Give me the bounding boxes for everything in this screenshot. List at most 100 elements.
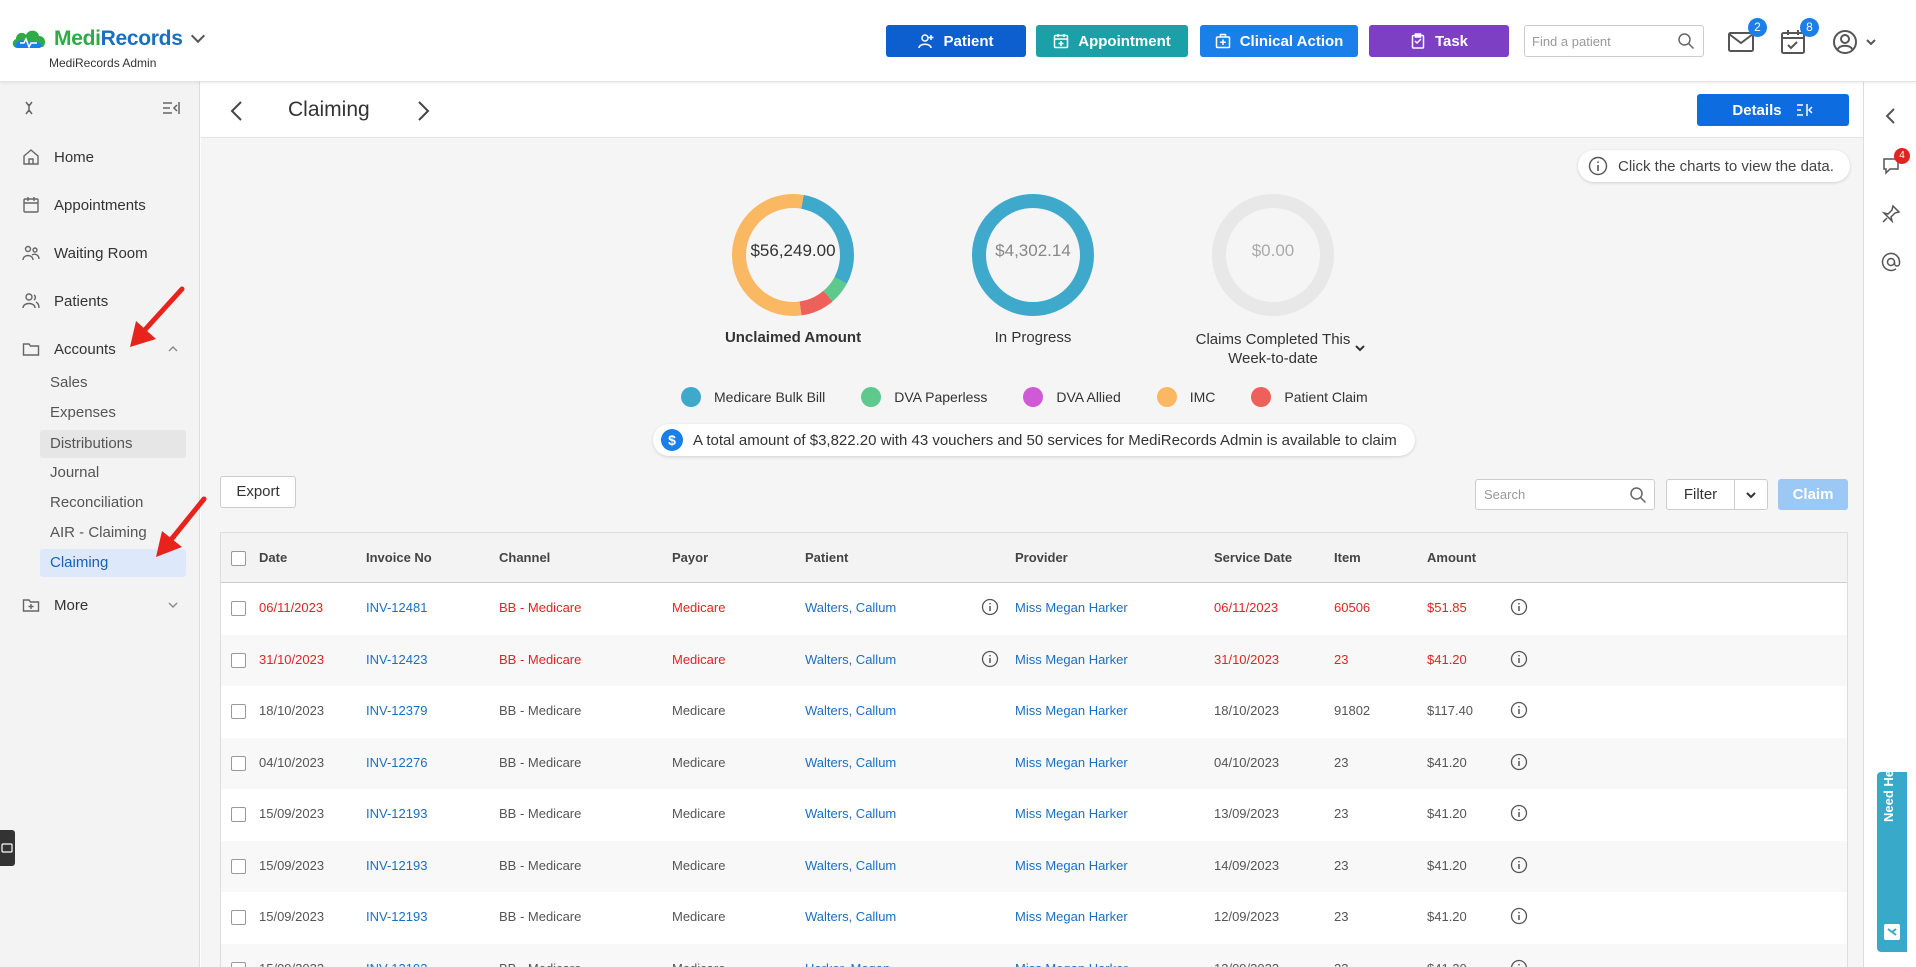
patient-info-icon[interactable]: [981, 598, 999, 616]
filter-button[interactable]: Filter: [1666, 479, 1768, 510]
search-icon[interactable]: [1629, 486, 1647, 504]
sidebar-sub-sales[interactable]: Sales: [40, 369, 186, 397]
row-invoice-link[interactable]: INV-12379: [366, 703, 427, 718]
row-info-icon[interactable]: [1510, 856, 1528, 874]
patient-info-icon[interactable]: [981, 650, 999, 668]
column-header-invoice[interactable]: Invoice No: [366, 550, 432, 565]
export-button[interactable]: Export: [220, 476, 296, 508]
row-checkbox[interactable]: [231, 961, 246, 967]
row-provider-link[interactable]: Miss Megan Harker: [1015, 961, 1128, 967]
messages-button[interactable]: 2: [1727, 18, 1767, 56]
row-provider-link[interactable]: Miss Megan Harker: [1015, 652, 1128, 667]
row-info-icon[interactable]: [1510, 907, 1528, 925]
chevron-right-icon[interactable]: [413, 100, 433, 122]
mention-icon[interactable]: [1881, 252, 1901, 272]
row-info-icon[interactable]: [1510, 753, 1528, 771]
row-checkbox[interactable]: [231, 858, 246, 874]
row-provider-link[interactable]: Miss Megan Harker: [1015, 703, 1128, 718]
row-checkbox[interactable]: [231, 704, 246, 719]
claims-completed-chart[interactable]: $0.00: [1208, 190, 1338, 325]
find-patient-field[interactable]: [1524, 25, 1704, 57]
brand-logo[interactable]: MediRecords: [10, 26, 205, 52]
new-task-button[interactable]: Task: [1369, 25, 1509, 57]
row-patient-link[interactable]: Harker, Megan: [805, 961, 890, 967]
row-info-icon[interactable]: [1510, 701, 1528, 719]
column-header-provider[interactable]: Provider: [1015, 550, 1068, 565]
row-patient-link[interactable]: Walters, Callum: [805, 806, 896, 821]
row-provider-link[interactable]: Miss Megan Harker: [1015, 600, 1128, 615]
row-invoice-link[interactable]: INV-12423: [366, 652, 427, 667]
claim-button[interactable]: Claim: [1778, 479, 1848, 510]
row-info-icon[interactable]: [1510, 650, 1528, 668]
sidebar-item-more[interactable]: More: [22, 596, 182, 614]
row-patient-link[interactable]: Walters, Callum: [805, 600, 896, 615]
column-header-date[interactable]: Date: [259, 550, 287, 565]
sidebar-item-appointments[interactable]: Appointments: [22, 196, 146, 214]
row-invoice-link[interactable]: INV-12193: [366, 858, 427, 873]
column-header-payor[interactable]: Payor: [672, 550, 708, 565]
chevron-left-icon[interactable]: [227, 100, 247, 122]
table-row[interactable]: 15/09/2023 INV-12193 BB - Medicare Medicare…: [221, 892, 1847, 943]
side-drawer-tab[interactable]: [0, 830, 15, 866]
table-row[interactable]: 06/11/2023 INV-12481 BB - Medicare Medicare…: [221, 583, 1847, 634]
new-appointment-button[interactable]: Appointment: [1036, 25, 1188, 57]
table-row[interactable]: 15/09/2023 INV-12193 BB - Medicare Medicare…: [221, 840, 1847, 892]
need-help-tab[interactable]: Need Help?: [1877, 750, 1907, 952]
table-row[interactable]: 31/10/2023 INV-12423 BB - Medicare Medicare…: [221, 634, 1847, 686]
clinical-action-button[interactable]: Clinical Action: [1200, 25, 1358, 57]
sidebar-item-waiting-room[interactable]: Waiting Room: [22, 244, 148, 262]
table-search-input[interactable]: [1476, 480, 1616, 509]
column-header-service-date[interactable]: Service Date: [1214, 550, 1292, 565]
select-all-checkbox[interactable]: [231, 551, 246, 566]
chevron-down-icon[interactable]: [1353, 342, 1367, 354]
row-invoice-link[interactable]: INV-12276: [366, 755, 427, 770]
column-header-amount[interactable]: Amount: [1427, 550, 1476, 565]
row-provider-link[interactable]: Miss Megan Harker: [1015, 909, 1128, 924]
find-patient-input[interactable]: [1525, 26, 1665, 56]
sidebar-sub-distributions[interactable]: Distributions: [40, 430, 186, 458]
chevron-left-icon[interactable]: [1881, 106, 1901, 126]
table-search-field[interactable]: [1475, 479, 1655, 510]
search-icon[interactable]: [1677, 32, 1695, 50]
row-patient-link[interactable]: Walters, Callum: [805, 858, 896, 873]
column-header-channel[interactable]: Channel: [499, 550, 550, 565]
sidebar-sub-expenses[interactable]: Expenses: [40, 399, 186, 427]
row-invoice-link[interactable]: INV-12192: [366, 961, 427, 967]
row-checkbox[interactable]: [231, 910, 246, 925]
row-info-icon[interactable]: [1510, 804, 1528, 822]
column-header-item[interactable]: Item: [1334, 550, 1361, 565]
sidebar-sub-reconciliation[interactable]: Reconciliation: [40, 489, 186, 517]
sidebar-item-patients[interactable]: Patients: [22, 292, 108, 310]
details-button[interactable]: Details: [1697, 94, 1849, 126]
sidebar-item-accounts[interactable]: Accounts: [22, 340, 182, 358]
sidebar-sub-claiming[interactable]: Claiming: [40, 549, 186, 577]
row-invoice-link[interactable]: INV-12481: [366, 600, 427, 615]
pin-icon[interactable]: [22, 100, 36, 116]
row-checkbox[interactable]: [231, 807, 246, 822]
pin-icon[interactable]: [1881, 204, 1901, 224]
row-provider-link[interactable]: Miss Megan Harker: [1015, 755, 1128, 770]
user-menu-button[interactable]: [1831, 28, 1881, 56]
sidebar-item-home[interactable]: Home: [22, 148, 94, 166]
row-patient-link[interactable]: Walters, Callum: [805, 703, 896, 718]
table-row[interactable]: 15/09/2023 INV-12192 BB - Medicare Medicare…: [221, 943, 1847, 967]
row-info-icon[interactable]: [1510, 959, 1528, 967]
unclaimed-chart[interactable]: $56,249.00: [728, 190, 858, 325]
row-invoice-link[interactable]: INV-12193: [366, 909, 427, 924]
row-checkbox[interactable]: [231, 601, 246, 616]
collapse-sidebar-icon[interactable]: [162, 100, 180, 116]
row-checkbox[interactable]: [231, 652, 246, 668]
column-header-patient[interactable]: Patient: [805, 550, 848, 565]
sidebar-sub-air-claiming[interactable]: AIR - Claiming: [40, 519, 186, 547]
new-patient-button[interactable]: Patient: [886, 25, 1026, 57]
row-patient-link[interactable]: Walters, Callum: [805, 755, 896, 770]
tasks-button[interactable]: 8: [1779, 18, 1819, 56]
row-info-icon[interactable]: [1510, 598, 1528, 616]
filter-dropdown[interactable]: [1735, 480, 1767, 509]
table-row[interactable]: 18/10/2023 INV-12379 BB - Medicare Medicare…: [221, 686, 1847, 737]
table-row[interactable]: 15/09/2023 INV-12193 BB - Medicare Medicare…: [221, 789, 1847, 840]
row-checkbox[interactable]: [231, 755, 246, 771]
in-progress-chart[interactable]: $4,302.14: [968, 190, 1098, 325]
sidebar-sub-journal[interactable]: Journal: [40, 459, 186, 487]
row-invoice-link[interactable]: INV-12193: [366, 806, 427, 821]
